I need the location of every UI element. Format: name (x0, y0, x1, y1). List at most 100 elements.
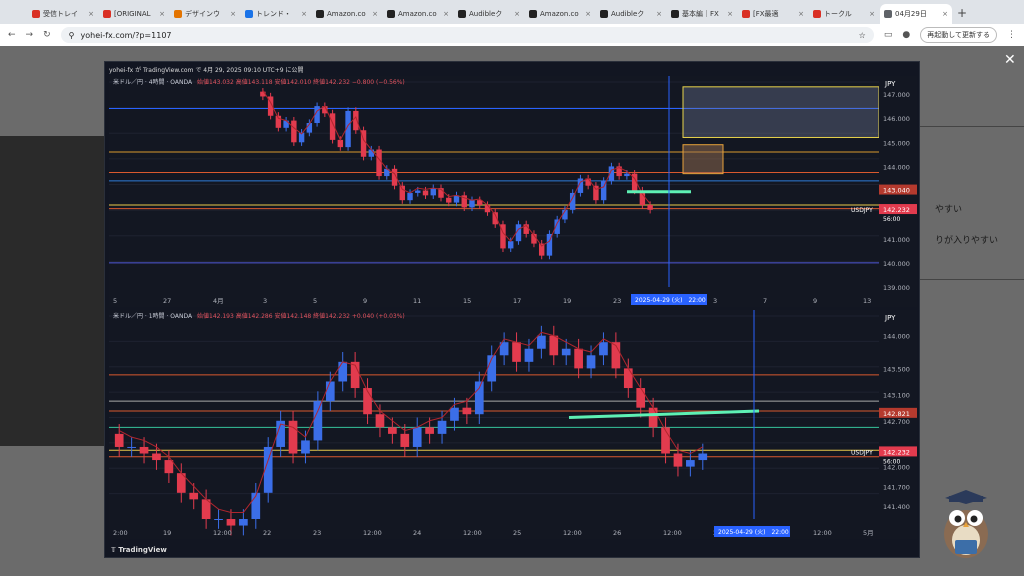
neckline (568, 409, 760, 419)
y-tick-label: 144.000 (883, 163, 910, 171)
y-tick-label: 139.000 (883, 284, 910, 292)
candle (537, 335, 546, 349)
candle (291, 120, 297, 143)
y-tick-label: 141.000 (883, 236, 910, 244)
tab-favicon-icon (813, 10, 821, 18)
y-tick-label: 143.040 (883, 187, 910, 195)
chart-title: 米ドル／円 · 4時間 · OANDA (113, 78, 193, 86)
time-highlight: 2025-04-29 (火) 22:00 (635, 297, 706, 304)
new-tab-button[interactable]: + (957, 6, 967, 20)
browser-tab[interactable]: Amazon.co × (383, 4, 453, 24)
tab-favicon-icon (884, 10, 892, 18)
currency-label: JPY (884, 80, 896, 88)
tab-favicon-icon (387, 10, 395, 18)
site-info-icon[interactable]: ⚲ (69, 31, 75, 40)
candle (686, 460, 695, 467)
x-tick-label: 23 (313, 529, 321, 537)
x-tick-label: 5 (113, 297, 117, 305)
tab-label: デザインウ (185, 10, 220, 18)
x-tick-label: 12:00 (363, 529, 382, 537)
x-tick-label: 5月 (863, 529, 874, 537)
time-highlight: 2025-04-29 (火) 22:00 (718, 529, 789, 536)
url-field[interactable]: ⚲ yohei-fx.com/?p=1107 ☆ (60, 27, 874, 43)
tab-favicon-icon (600, 10, 608, 18)
tab-close-icon[interactable]: × (372, 10, 378, 18)
url-text: yohei-fx.com/?p=1107 (80, 30, 172, 40)
tab-favicon-icon (458, 10, 466, 18)
candle (430, 188, 436, 196)
publish-caption: yohei-fx が TradingView.com で 4月 29, 2025… (109, 67, 304, 74)
tab-favicon-icon (174, 10, 182, 18)
tab-close-icon[interactable]: × (514, 10, 520, 18)
tab-label: [ORIGINAL (114, 10, 151, 18)
tab-close-icon[interactable]: × (159, 10, 165, 18)
forward-icon[interactable]: → (26, 30, 34, 40)
y-tick-label: 141.700 (883, 483, 910, 491)
browser-tab[interactable]: トークル × (809, 4, 879, 24)
y-tick-label: 144.000 (883, 333, 910, 341)
candle (288, 420, 298, 454)
candle (139, 446, 149, 454)
candle (469, 200, 475, 208)
tab-close-icon[interactable]: × (869, 10, 875, 18)
tab-close-icon[interactable]: × (798, 10, 804, 18)
reload-icon[interactable]: ↻ (43, 30, 51, 40)
browser-tab[interactable]: 基本編｜FX × (667, 4, 737, 24)
bookmark-star-icon[interactable]: ☆ (859, 31, 866, 40)
currency-label: JPY (884, 314, 896, 322)
tab-label: Amazon.co (327, 10, 366, 18)
browser-tab[interactable]: トレンド・ × (241, 4, 311, 24)
y-tick-label: 142.700 (883, 418, 910, 426)
y-tick-label: 143.100 (883, 392, 910, 400)
tab-label: 04月29日 (895, 10, 927, 18)
profile-avatar[interactable]: ● (902, 30, 910, 40)
back-icon[interactable]: ← (8, 30, 16, 40)
candle (450, 407, 459, 421)
tab-label: トークル (824, 10, 852, 18)
tradingview-icon: 𝕋 (111, 546, 116, 554)
candle (636, 388, 646, 408)
candle (462, 407, 472, 415)
tab-favicon-icon (671, 10, 679, 18)
tab-close-icon[interactable]: × (88, 10, 94, 18)
candle (127, 446, 136, 448)
browser-tab[interactable]: デザインウ × (170, 4, 240, 24)
browser-tab[interactable]: Amazon.co × (312, 4, 382, 24)
tab-close-icon[interactable]: × (656, 10, 662, 18)
tab-label: 基本編｜FX (682, 10, 719, 18)
browser-tab[interactable]: Audibleク × (596, 4, 666, 24)
candle (647, 205, 653, 210)
browser-tab[interactable]: 04月29日 × (880, 4, 952, 24)
tab-close-icon[interactable]: × (443, 10, 449, 18)
candle (375, 414, 385, 428)
x-tick-label: 11 (413, 297, 421, 305)
candle (353, 110, 359, 131)
browser-tab[interactable]: 受信トレイ × (28, 4, 98, 24)
menu-icon[interactable]: ⋮ (1007, 30, 1016, 40)
tab-close-icon[interactable]: × (230, 10, 236, 18)
close-icon[interactable]: ✕ (1004, 52, 1016, 68)
tab-label: [FX最適 (753, 10, 779, 18)
owl-mascot-icon (944, 490, 988, 558)
x-tick-label: 12:00 (213, 529, 232, 537)
y-tick-label: 147.000 (883, 91, 910, 99)
tab-close-icon[interactable]: × (585, 10, 591, 18)
x-tick-label: 17 (513, 297, 521, 305)
x-tick-label: 9 (813, 297, 817, 305)
candle (338, 361, 348, 382)
tab-close-icon[interactable]: × (942, 10, 948, 18)
browser-tab[interactable]: [ORIGINAL × (99, 4, 169, 24)
candle (474, 381, 484, 415)
tab-close-icon[interactable]: × (727, 10, 733, 18)
candle (484, 205, 491, 213)
tab-close-icon[interactable]: × (301, 10, 307, 18)
y-tick-label: 141.400 (883, 503, 910, 511)
relaunch-button[interactable]: 再起動して更新する (920, 27, 997, 43)
candle (446, 197, 452, 203)
browser-tab[interactable]: Audibleク × (454, 4, 524, 24)
address-bar: ← → ↻ ⚲ yohei-fx.com/?p=1107 ☆ ▭ ● 再起動して… (0, 24, 1024, 46)
browser-tab[interactable]: [FX最適 × (738, 4, 808, 24)
x-tick-label: 5 (313, 297, 317, 305)
browser-tab[interactable]: Amazon.co × (525, 4, 595, 24)
cast-icon[interactable]: ▭ (884, 30, 893, 40)
